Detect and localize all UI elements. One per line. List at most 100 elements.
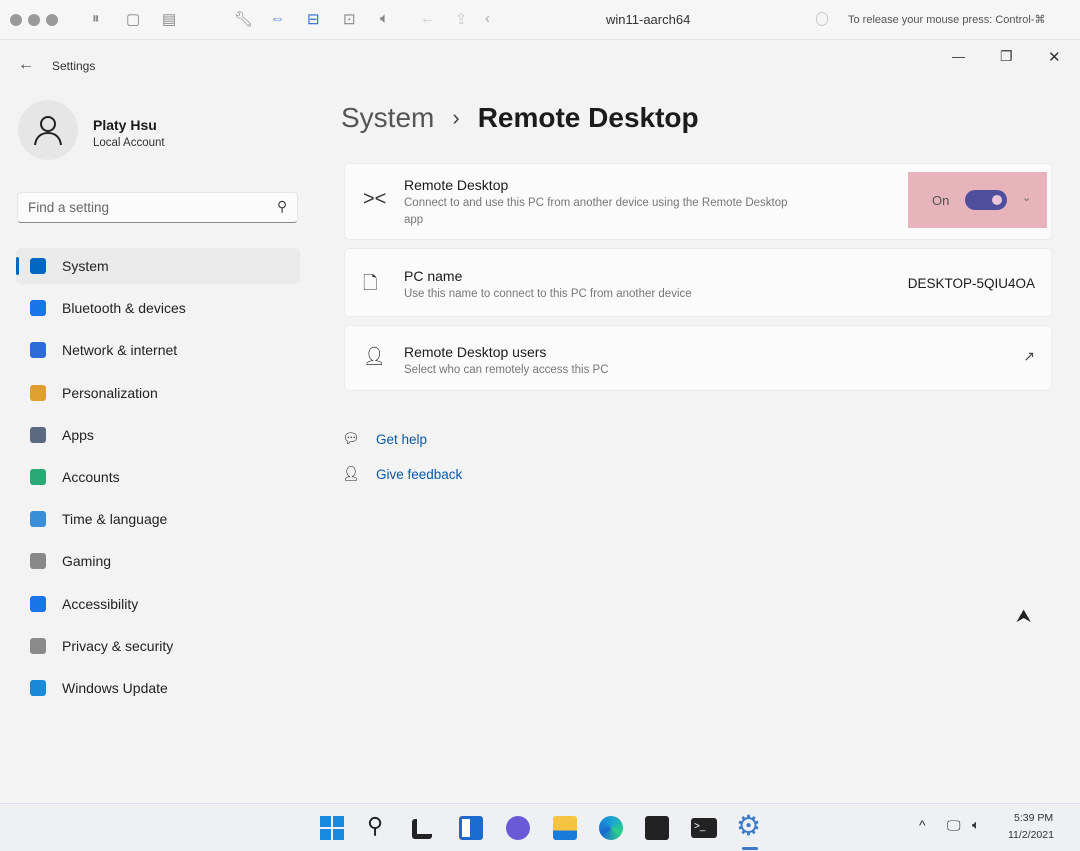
- wrench-icon[interactable]: 🔧︎: [234, 10, 253, 28]
- share-icon[interactable]: ⇪: [455, 10, 468, 28]
- edge-icon[interactable]: [599, 816, 623, 840]
- remote-desktop-toggle[interactable]: [965, 190, 1007, 210]
- search-input[interactable]: Find a setting ⚲: [17, 192, 298, 223]
- sidebar-item-icon: [30, 300, 46, 317]
- back-icon[interactable]: ←: [420, 10, 435, 27]
- sidebar-item-system[interactable]: System: [16, 248, 300, 284]
- sidebar-item-label: Bluetooth & devices: [62, 300, 186, 317]
- toggle-highlight: On ⌄: [908, 172, 1047, 228]
- search-placeholder: Find a setting: [28, 200, 110, 215]
- sidebar-item-label: Accessibility: [62, 595, 139, 612]
- sound-icon[interactable]: 🔈︎: [380, 10, 389, 27]
- drive-icon[interactable]: ⊟: [307, 10, 320, 28]
- taskbar: ⚲ >_ ⚙ ^ 🖵︎ 🔈︎ 5:39 PM 11/2/2021: [0, 803, 1080, 851]
- sidebar-item-label: Time & language: [62, 511, 168, 528]
- account-type: Local Account: [93, 137, 165, 149]
- maximize-button[interactable]: ❐: [1000, 48, 1013, 65]
- pc-name-card: 🗋 PC name Use this name to connect to th…: [344, 248, 1052, 317]
- sidebar-item-label: System: [62, 258, 109, 274]
- volume-icon[interactable]: 🔈︎: [972, 817, 980, 833]
- pc-name-value: DESKTOP-5QIU4OA: [907, 276, 1035, 291]
- sidebar-item-label: Gaming: [62, 553, 112, 570]
- remote-desktop-title: Remote Desktop: [404, 177, 509, 193]
- sidebar-item-privacy-security[interactable]: Privacy & security: [16, 628, 300, 664]
- user-name: Platy Hsu: [93, 117, 157, 133]
- person-icon: [34, 116, 62, 146]
- sidebar-item-accounts[interactable]: Accounts: [16, 459, 300, 495]
- feedback-icon: 👤︎: [342, 465, 360, 481]
- give-feedback-link[interactable]: Give feedback: [376, 467, 462, 482]
- clock-time[interactable]: 5:39 PM: [1014, 812, 1053, 824]
- pause-icon[interactable]: ⏸: [92, 10, 100, 27]
- chevron-left-icon[interactable]: ‹: [485, 10, 490, 27]
- lock-icon: [816, 12, 828, 26]
- file-explorer-icon[interactable]: [553, 816, 577, 840]
- snapshot-icon[interactable]: ▤: [162, 10, 176, 28]
- store-icon[interactable]: [645, 816, 669, 840]
- close-traffic-light[interactable]: [10, 14, 22, 26]
- clock-date[interactable]: 11/2/2021: [1008, 829, 1054, 841]
- back-arrow-icon[interactable]: ←: [18, 56, 34, 74]
- remote-desktop-desc: Connect to and use this PC from another …: [404, 197, 788, 226]
- sidebar-item-icon: [30, 342, 46, 359]
- avatar[interactable]: [18, 100, 78, 160]
- display-icon[interactable]: ▢: [126, 10, 140, 28]
- breadcrumb-parent[interactable]: System: [341, 102, 434, 134]
- pc-name-title: PC name: [404, 268, 463, 284]
- sidebar-item-icon: [30, 553, 46, 570]
- start-button[interactable]: [320, 816, 344, 840]
- sidebar-item-icon: [30, 426, 46, 443]
- terminal-icon[interactable]: >_: [691, 818, 717, 838]
- vm-title: win11-aarch64: [606, 12, 691, 27]
- sidebar-item-icon: [30, 637, 46, 654]
- search-icon[interactable]: ⚲: [277, 198, 287, 215]
- sidebar-item-label: Accounts: [62, 469, 120, 485]
- remote-desktop-icon: ><: [363, 188, 387, 210]
- release-hint: To release your mouse press: Control-⌘: [848, 14, 1046, 26]
- network-icon[interactable]: 🖵︎: [947, 817, 961, 834]
- sidebar-item-label: Privacy & security: [62, 637, 174, 654]
- sidebar-item-bluetooth-devices[interactable]: Bluetooth & devices: [16, 290, 300, 326]
- document-icon: 🗋: [363, 273, 378, 293]
- sidebar-item-personalization[interactable]: Personalization: [16, 375, 300, 411]
- sidebar-item-label: Network & internet: [62, 342, 178, 359]
- active-indicator: [742, 847, 758, 850]
- sidebar-item-windows-update[interactable]: Windows Update: [16, 670, 300, 706]
- sidebar-item-icon: [30, 469, 46, 485]
- chat-icon[interactable]: [506, 816, 530, 840]
- task-view-icon[interactable]: [412, 819, 432, 839]
- remote-desktop-users-card[interactable]: 👤︎ Remote Desktop users Select who can r…: [344, 325, 1052, 391]
- sidebar-item-icon: [30, 384, 46, 401]
- sidebar-item-accessibility[interactable]: Accessibility: [16, 586, 300, 622]
- breadcrumb: System › Remote Desktop: [341, 102, 699, 134]
- widgets-icon[interactable]: [459, 816, 483, 840]
- get-help-link[interactable]: Get help: [376, 432, 427, 447]
- sidebar-item-icon: [30, 595, 46, 612]
- sidebar-item-icon: [30, 680, 46, 696]
- search-taskbar-icon[interactable]: ⚲: [367, 813, 383, 839]
- sidebar-item-network-internet[interactable]: Network & internet: [16, 332, 300, 368]
- zoom-traffic-light[interactable]: [46, 14, 58, 26]
- sidebar-item-apps[interactable]: Apps: [16, 417, 300, 453]
- breadcrumb-separator: ›: [452, 105, 460, 130]
- arrows-icon[interactable]: ⇔: [270, 10, 285, 27]
- settings-taskbar-icon[interactable]: ⚙: [736, 809, 761, 842]
- sidebar-item-time-language[interactable]: Time & language: [16, 501, 300, 537]
- page-title: Remote Desktop: [477, 102, 699, 133]
- chevron-up-icon[interactable]: ^: [919, 817, 926, 833]
- sidebar-item-icon: [30, 258, 46, 274]
- chevron-down-icon[interactable]: ⌄: [1022, 191, 1031, 204]
- users-desc: Select who can remotely access this PC: [404, 364, 609, 376]
- usb-icon[interactable]: ⊡: [343, 10, 356, 28]
- users-check-icon: 👤︎: [363, 346, 386, 366]
- sidebar-item-label: Windows Update: [62, 680, 168, 696]
- help-icon: 💬︎: [342, 430, 360, 446]
- open-external-icon[interactable]: ↗: [1023, 348, 1035, 365]
- minimize-traffic-light[interactable]: [28, 14, 40, 26]
- minimize-button[interactable]: —: [952, 49, 965, 64]
- sidebar-item-gaming[interactable]: Gaming: [16, 543, 300, 579]
- users-title: Remote Desktop users: [404, 344, 547, 360]
- remote-desktop-card: >< Remote Desktop Connect to and use thi…: [344, 163, 1052, 240]
- app-title: Settings: [52, 59, 96, 73]
- close-button[interactable]: ✕: [1048, 48, 1061, 66]
